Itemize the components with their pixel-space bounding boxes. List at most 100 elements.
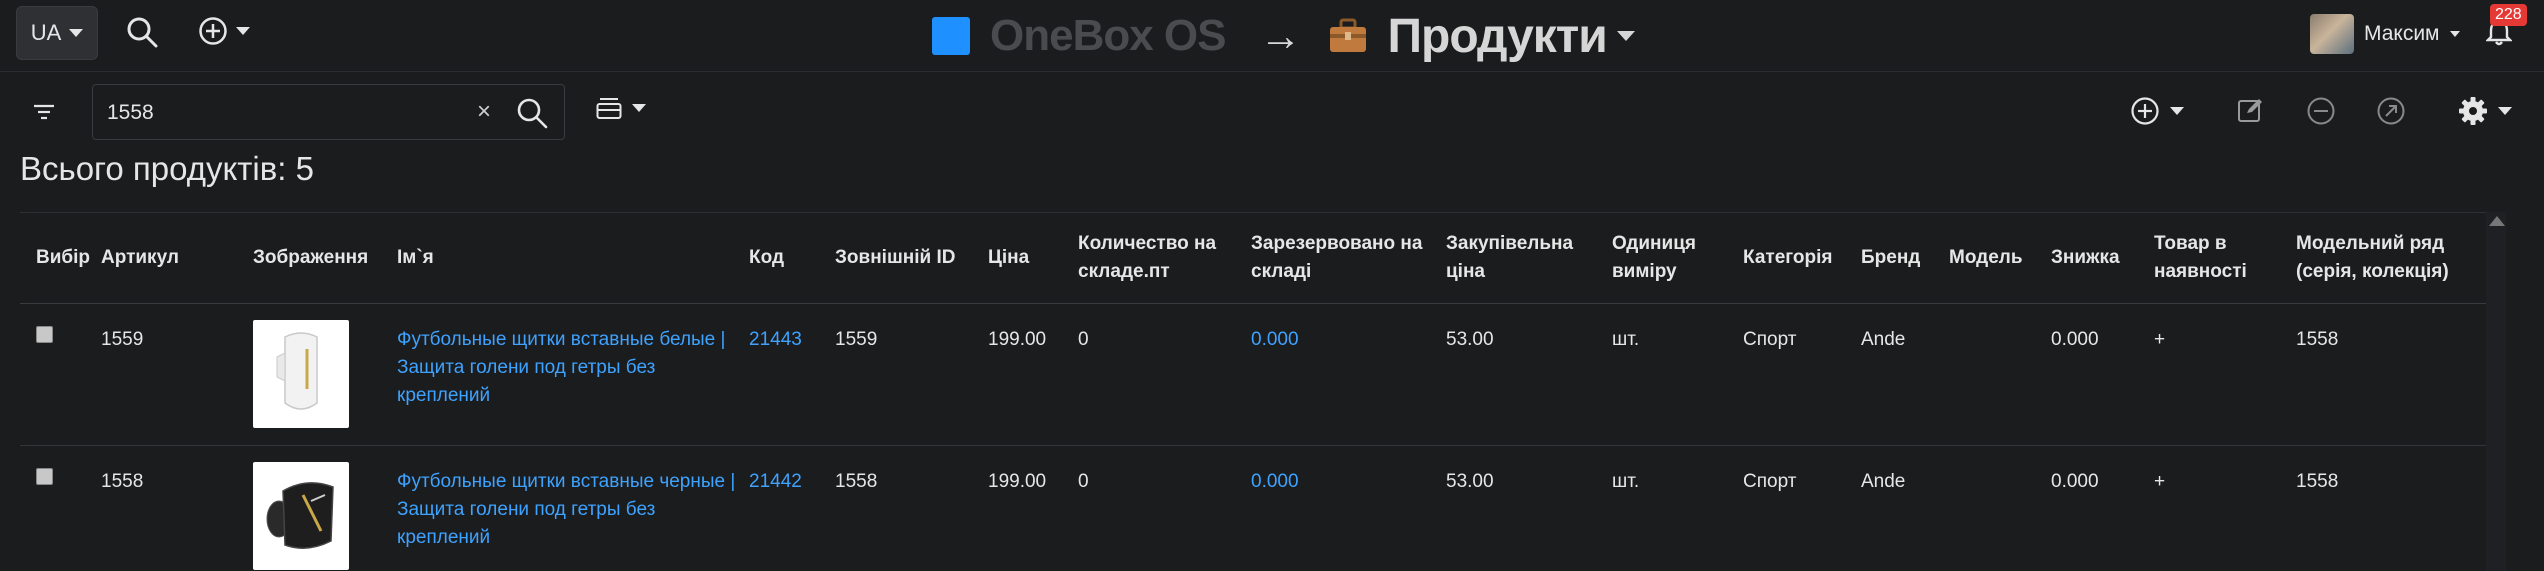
- view-mode-button[interactable]: [596, 96, 646, 120]
- notification-count-badge: 228: [2490, 4, 2527, 26]
- column-header[interactable]: Бренд: [1861, 213, 1949, 304]
- code-cell: 21442: [749, 445, 835, 571]
- scroll-up-arrow-icon[interactable]: [2489, 216, 2505, 226]
- plus-circle-icon: [2131, 97, 2159, 125]
- column-header[interactable]: Ціна: [988, 213, 1078, 304]
- table-header-row: Вибір Артикул Зображення Ім`я Код Зовніш…: [20, 213, 2486, 304]
- column-header[interactable]: Знижка: [2051, 213, 2154, 304]
- row-checkbox[interactable]: [36, 467, 53, 485]
- brand-name[interactable]: OneBox OS: [990, 11, 1226, 61]
- vertical-scrollbar[interactable]: [2486, 212, 2506, 571]
- column-header[interactable]: Артикул: [101, 213, 253, 304]
- name-cell: Футбольные щитки вставные черные | Защит…: [397, 445, 749, 571]
- brand-header: OneBox OS → Продукти: [932, 8, 1635, 64]
- settings-button[interactable]: [2458, 96, 2512, 126]
- language-selector[interactable]: UA: [16, 6, 98, 60]
- column-header[interactable]: Категорія: [1743, 213, 1861, 304]
- model-cell: [1949, 445, 2051, 571]
- arrow-right-icon: →: [1259, 12, 1302, 59]
- chevron-down-icon: [69, 29, 84, 37]
- shin-guard-white-image: [276, 331, 318, 410]
- column-header[interactable]: Модельний ряд (серія, колекція): [2296, 213, 2486, 304]
- purchase-price-cell: 53.00: [1446, 303, 1612, 446]
- table-row[interactable]: 1558 Футбольные щитки вставные черные | …: [20, 445, 2486, 571]
- column-header[interactable]: Закупівельна ціна: [1446, 213, 1612, 304]
- column-header[interactable]: Количество на складе.пт: [1078, 213, 1251, 304]
- section-title[interactable]: Продукти: [1388, 9, 1608, 64]
- search-button[interactable]: [126, 16, 158, 48]
- column-header[interactable]: Вибір: [20, 213, 101, 304]
- quick-add-button[interactable]: [198, 16, 250, 46]
- onebox-logo-icon: [932, 17, 970, 55]
- product-thumbnail[interactable]: [253, 319, 349, 428]
- products-table: Вибір Артикул Зображення Ім`я Код Зовніш…: [20, 212, 2486, 571]
- brand-cell: Ande: [1861, 445, 1949, 571]
- chevron-down-icon: [2449, 31, 2460, 37]
- product-thumbnail[interactable]: [253, 461, 349, 570]
- article-cell: 1558: [101, 445, 253, 571]
- filter-icon: [34, 104, 54, 120]
- image-cell: [253, 445, 397, 571]
- external-id-cell: 1558: [835, 445, 988, 571]
- model-cell: [1949, 303, 2051, 446]
- edit-button[interactable]: [2236, 96, 2264, 129]
- column-header[interactable]: Зарезервовано на складі: [1251, 213, 1446, 304]
- reserved-cell: 0.000: [1251, 303, 1446, 446]
- column-header[interactable]: Зовнішній ID: [835, 213, 988, 304]
- stock-cell: 0: [1078, 303, 1251, 446]
- price-cell: 199.00: [988, 445, 1078, 571]
- table-row[interactable]: 1559 Футбольные щитки вставные белые | З…: [20, 303, 2486, 446]
- select-cell: [20, 445, 101, 571]
- products-total: Всього продуктів: 5: [20, 150, 314, 187]
- add-product-button[interactable]: [2130, 96, 2184, 126]
- discount-cell: 0.000: [2051, 445, 2154, 571]
- chevron-down-icon[interactable]: [1616, 31, 1635, 41]
- search-icon: [127, 17, 158, 48]
- user-name: Максим: [2364, 22, 2440, 45]
- column-header[interactable]: Одиниця виміру: [1612, 213, 1743, 304]
- open-button[interactable]: [2376, 96, 2406, 131]
- product-name-link[interactable]: Футбольные щитки вставные белые | Защита…: [397, 329, 725, 406]
- discount-cell: 0.000: [2051, 303, 2154, 446]
- name-cell: Футбольные щитки вставные белые | Защита…: [397, 303, 749, 446]
- search-input[interactable]: 1558: [107, 101, 154, 125]
- clear-search-button[interactable]: ×: [477, 98, 491, 126]
- product-code-link[interactable]: 21442: [749, 471, 802, 492]
- chevron-down-icon: [632, 104, 646, 112]
- row-checkbox[interactable]: [36, 325, 53, 343]
- unit-cell: шт.: [1612, 303, 1743, 446]
- minus-circle-icon: [2307, 97, 2335, 125]
- article-cell: 1559: [101, 303, 253, 446]
- price-cell: 199.00: [988, 303, 1078, 446]
- remove-button[interactable]: [2306, 96, 2336, 131]
- briefcase-icon: [1329, 18, 1366, 52]
- language-label: UA: [30, 20, 62, 45]
- reserved-cell: 0.000: [1251, 445, 1446, 571]
- edit-icon: [2238, 99, 2262, 122]
- purchase-price-cell: 53.00: [1446, 445, 1612, 571]
- brand-cell: Ande: [1861, 303, 1949, 446]
- shin-guard-black-image: [266, 481, 334, 549]
- search-submit-button[interactable]: [516, 97, 548, 134]
- unit-cell: шт.: [1612, 445, 1743, 571]
- column-header[interactable]: Товар в наявності: [2154, 213, 2296, 304]
- gear-icon: [2459, 97, 2487, 125]
- external-id-cell: 1559: [835, 303, 988, 446]
- stock-cell: 0: [1078, 445, 1251, 571]
- product-name-link[interactable]: Футбольные щитки вставные черные | Защит…: [397, 471, 735, 548]
- column-header[interactable]: Ім`я: [397, 213, 749, 304]
- reserved-link[interactable]: 0.000: [1251, 471, 1299, 492]
- in-stock-cell: +: [2154, 303, 2296, 446]
- image-cell: [253, 303, 397, 446]
- user-menu[interactable]: Максим: [2310, 12, 2460, 56]
- column-header[interactable]: Зображення: [253, 213, 397, 304]
- top-bar: UA OneBox OS → Продукти Максим 228: [0, 0, 2544, 72]
- filter-button[interactable]: [32, 102, 56, 127]
- reserved-link[interactable]: 0.000: [1251, 329, 1299, 350]
- search-field[interactable]: 1558 ×: [92, 84, 565, 140]
- chevron-down-icon: [2170, 107, 2184, 115]
- column-header[interactable]: Модель: [1949, 213, 2051, 304]
- product-code-link[interactable]: 21443: [749, 329, 802, 350]
- column-header[interactable]: Код: [749, 213, 835, 304]
- in-stock-cell: +: [2154, 445, 2296, 571]
